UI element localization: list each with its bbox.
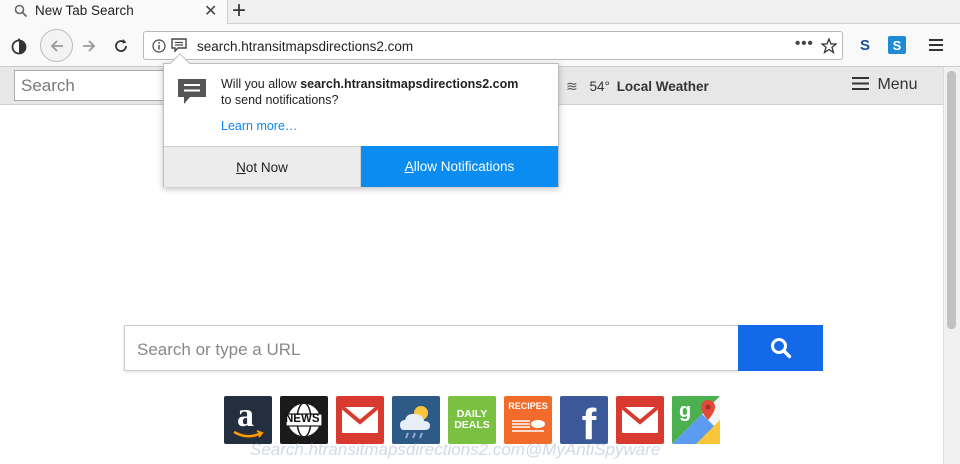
vertical-scrollbar[interactable] <box>943 67 960 464</box>
hamburger-menu-icon[interactable] <box>928 38 944 52</box>
gmail-envelope-icon-2 <box>620 405 660 433</box>
page-actions-menu-icon[interactable]: ••• <box>795 35 814 52</box>
news-globe-icon: NEWS <box>280 396 328 444</box>
facebook-tile[interactable]: f <box>560 396 608 444</box>
weather-cloud-sun-icon <box>400 406 430 439</box>
gmail-envelope-icon <box>340 405 380 433</box>
menu-label: Menu <box>877 76 918 93</box>
notification-chat-icon <box>178 79 206 104</box>
recipes-tile[interactable]: RECIPES <box>504 396 552 444</box>
not-now-access-key: N <box>236 159 246 175</box>
scrollbar-thumb[interactable] <box>947 71 956 329</box>
popup-msg-suffix: to send notifications? <box>221 93 339 107</box>
google-maps-icon: g <box>672 396 720 444</box>
popup-msg-prefix: Will you allow <box>221 77 301 91</box>
not-now-button[interactable]: Not Now <box>164 146 361 187</box>
allow-notifications-button[interactable]: Allow Notifications <box>361 146 558 187</box>
allow-label: llow Notifications <box>413 159 515 174</box>
google-maps-tile[interactable]: g <box>672 396 720 444</box>
url-text: search.htransitmapsdirections2.com <box>197 39 414 54</box>
header-search-input[interactable]: Search <box>14 70 174 101</box>
tab-strip: New Tab Search ✕ + <box>0 0 960 24</box>
tracking-protection-icon[interactable] <box>10 37 28 55</box>
reload-icon[interactable] <box>112 37 130 55</box>
weather-widget[interactable]: ≋ 54° Local Weather <box>566 78 709 95</box>
url-bar[interactable]: search.htransitmapsdirections2.com ••• <box>143 31 843 60</box>
weather-fog-icon: ≋ <box>566 78 578 94</box>
weather-tile[interactable] <box>392 396 440 444</box>
info-icon[interactable] <box>152 39 166 53</box>
back-button[interactable] <box>40 29 73 62</box>
daily-deals-label: DAILY DEALS <box>454 408 490 431</box>
menu-icon <box>852 77 869 90</box>
gmail-tile[interactable] <box>336 396 384 444</box>
notification-permission-icon[interactable] <box>171 38 187 53</box>
not-now-label: ot Now <box>245 159 288 175</box>
weather-label: Local Weather <box>616 79 709 94</box>
back-arrow-icon <box>50 40 63 52</box>
watermark-text: Search.htransitmapsdirections2.com@MyAnt… <box>250 440 661 459</box>
main-search-placeholder: Search or type a URL <box>137 340 301 359</box>
allow-access-key: A <box>404 159 414 174</box>
notification-permission-popup: Will you allow search.htransitmapsdirect… <box>163 53 559 187</box>
popup-message: Will you allow search.htransitmapsdirect… <box>221 76 551 108</box>
recipes-label: RECIPES <box>508 400 548 411</box>
main-search-input[interactable]: Search or type a URL <box>124 325 739 371</box>
search-icon <box>14 4 28 18</box>
header-search-placeholder: Search <box>21 76 75 95</box>
menu-button[interactable]: Menu <box>852 76 917 94</box>
weather-temp: 54° <box>589 79 610 94</box>
gmail-tile-2[interactable] <box>616 396 664 444</box>
navigation-toolbar: search.htransitmapsdirections2.com ••• S… <box>0 24 960 67</box>
news-tile[interactable]: NEWS <box>280 396 328 444</box>
daily-deals-tile[interactable]: DAILY DEALS <box>448 396 496 444</box>
popup-msg-domain: search.htransitmapsdirections2.com <box>300 77 519 91</box>
bookmark-star-icon[interactable] <box>821 38 837 54</box>
facebook-logo-icon: f <box>581 400 597 444</box>
main-search-button[interactable] <box>738 325 823 371</box>
extension-s-icon[interactable]: S <box>856 36 874 54</box>
close-tab-icon[interactable]: ✕ <box>204 1 217 21</box>
tab-new-tab-search[interactable]: New Tab Search ✕ <box>0 0 228 24</box>
spoon-fork-icon <box>512 419 545 432</box>
amazon-logo-icon: a <box>224 396 272 444</box>
search-icon <box>770 338 791 359</box>
amazon-tile[interactable]: a <box>224 396 272 444</box>
learn-more-link[interactable]: Learn more… <box>221 119 297 133</box>
extension-s-blue-icon[interactable]: S <box>888 36 906 54</box>
forward-arrow-icon[interactable] <box>80 37 98 55</box>
new-tab-button[interactable]: + <box>232 0 246 25</box>
tab-title: New Tab Search <box>35 3 134 18</box>
